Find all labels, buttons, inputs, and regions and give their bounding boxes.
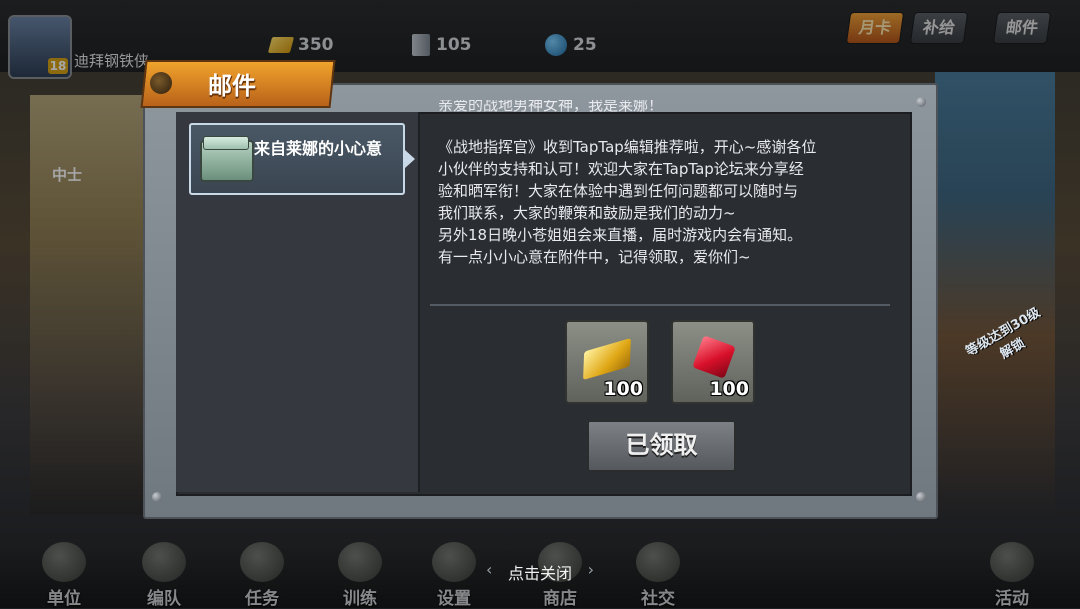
mail-line: 验和晒军衔！大家在体验中遇到任何问题都可以随时与 [438, 182, 799, 200]
mail-greeting: 亲爱的战地男神女神，我是莱娜！ [438, 100, 664, 114]
reward-quantity: 100 [709, 378, 749, 400]
rivet [152, 492, 162, 502]
mail-line: 我们联系，大家的鞭策和鼓励是我们的动力~ [438, 204, 736, 222]
gold-bar-icon [583, 337, 631, 381]
mail-line: 另外18日晚小苍姐姐会来直播，届时游戏内会有通知。 [438, 226, 803, 244]
content-divider [430, 304, 890, 306]
claimed-button[interactable]: 已领取 [587, 420, 736, 472]
chest-lid [203, 136, 249, 150]
mail-line: 小伙伴的支持和认可！欢迎大家在TapTap论坛来分享经 [438, 160, 804, 178]
mail-line: 有一点小小心意在附件中，记得领取，爱你们~ [438, 248, 751, 266]
mail-line: 《战地指挥官》收到TapTap编辑推荐啦，开心~感谢各位 [438, 138, 817, 156]
dialog-title: 邮件 [208, 72, 256, 100]
selected-arrow-icon [405, 150, 415, 168]
tap-to-close-hint[interactable]: 点击关闭 [486, 560, 594, 584]
mail-body: 亲爱的战地男神女神，我是莱娜！ 《战地指挥官》收到TapTap编辑推荐啦，开心~… [438, 100, 888, 300]
rivet [916, 97, 926, 107]
mail-item-title: 来自莱娜的小心意 [254, 139, 383, 158]
reward-gold[interactable]: 100 [565, 320, 649, 404]
reward-ruby[interactable]: 100 [671, 320, 755, 404]
rivet [916, 492, 926, 502]
bullet-hole-icon [150, 72, 172, 94]
ruby-icon [692, 335, 736, 379]
reward-quantity: 100 [603, 378, 643, 400]
